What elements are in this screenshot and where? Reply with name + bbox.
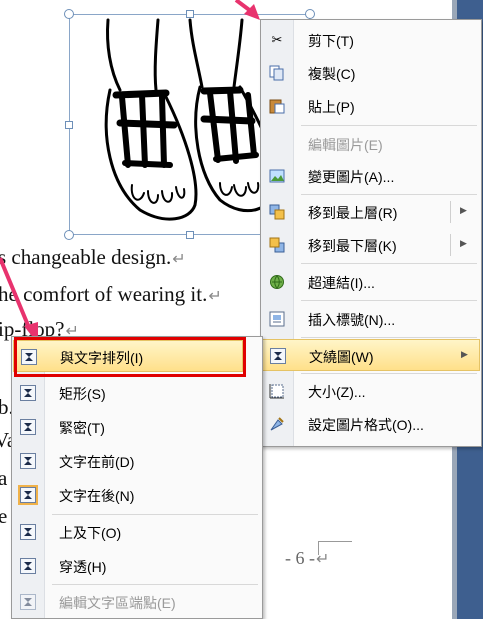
page-number: - 6 -↵ [285, 548, 330, 568]
menu-item-send-to-back[interactable]: 移到最下層(K) ▶ [262, 229, 480, 261]
top-bottom-wrap-icon [19, 523, 37, 541]
in-front-of-text-icon [19, 452, 37, 470]
behind-text-icon [19, 486, 37, 504]
resize-handle-left[interactable] [65, 121, 73, 129]
size-icon [268, 382, 286, 400]
bring-to-front-icon [268, 203, 286, 221]
doc-line-1: s changeable design.↵ [0, 245, 186, 269]
submenu-item-in-front-of-text[interactable]: 文字在前(D) [13, 445, 261, 477]
through-wrap-icon [19, 557, 37, 575]
submenu-item-behind-text[interactable]: 文字在後(N) [13, 479, 261, 511]
caption-icon [268, 310, 286, 328]
resize-handle-top[interactable] [186, 10, 194, 18]
menu-item-size[interactable]: 大小(Z)... [262, 375, 480, 407]
resize-handle-bottom[interactable] [186, 231, 194, 239]
submenu-arrow-icon: ▶ [461, 349, 468, 359]
submenu-item-edit-wrap-points: 編輯文字區端點(E) [13, 586, 261, 618]
menu-item-paste[interactable]: 貼上(P) [262, 90, 480, 122]
hyperlink-icon [268, 273, 286, 291]
submenu-item-tight[interactable]: 緊密(T) [13, 411, 261, 443]
copy-icon [268, 64, 286, 82]
send-to-back-icon [268, 236, 286, 254]
context-menu: ✂ 剪下(T) 複製(C) 貼上(P) 編輯圖片(E) 變更圖片(A)... 移… [260, 19, 482, 447]
doc-line-7: e [0, 504, 8, 528]
doc-line-6: a [0, 466, 8, 490]
submenu-arrow-icon: ▶ [460, 238, 467, 248]
submenu-item-square[interactable]: 矩形(S) [13, 377, 261, 409]
menu-item-text-wrap[interactable]: 文繞圖(W) ▶ [262, 339, 480, 371]
menu-item-cut[interactable]: ✂ 剪下(T) [262, 24, 480, 56]
menu-item-change-picture[interactable]: 變更圖片(A)... [262, 160, 480, 192]
submenu-item-through[interactable]: 穿透(H) [13, 550, 261, 582]
resize-handle-top-right[interactable] [305, 9, 315, 19]
square-wrap-icon [19, 384, 37, 402]
scissors-icon: ✂ [271, 32, 283, 47]
menu-item-bring-to-front[interactable]: 移到最上層(R) ▶ [262, 196, 480, 228]
menu-item-hyperlink[interactable]: 超連結(I)... [262, 266, 480, 298]
page-corner-mark [318, 541, 352, 542]
paste-icon [268, 97, 286, 115]
menu-item-insert-caption[interactable]: 插入標號(N)... [262, 303, 480, 335]
submenu-item-top-and-bottom[interactable]: 上及下(O) [13, 516, 261, 548]
format-picture-icon [268, 415, 286, 433]
resize-handle-top-left[interactable] [64, 9, 74, 19]
annotation-red-highlight [14, 337, 246, 377]
doc-line-2: he comfort of wearing it.↵ [0, 282, 222, 306]
menu-item-edit-picture: 編輯圖片(E) [308, 137, 383, 153]
arrow-to-menu [234, 0, 254, 14]
change-picture-icon [268, 167, 286, 185]
menu-item-format-picture[interactable]: 設定圖片格式(O)... [262, 408, 480, 440]
edit-wrap-points-icon [19, 593, 37, 611]
tight-wrap-icon [19, 418, 37, 436]
resize-handle-bottom-left[interactable] [64, 230, 74, 240]
menu-item-copy[interactable]: 複製(C) [262, 57, 480, 89]
text-wrap-submenu: 與文字排列(I) 矩形(S) 緊密(T) 文字在前(D) 文字在後(N) 上及下… [11, 336, 263, 619]
text-wrap-icon [269, 347, 287, 365]
submenu-arrow-icon: ▶ [460, 205, 467, 215]
